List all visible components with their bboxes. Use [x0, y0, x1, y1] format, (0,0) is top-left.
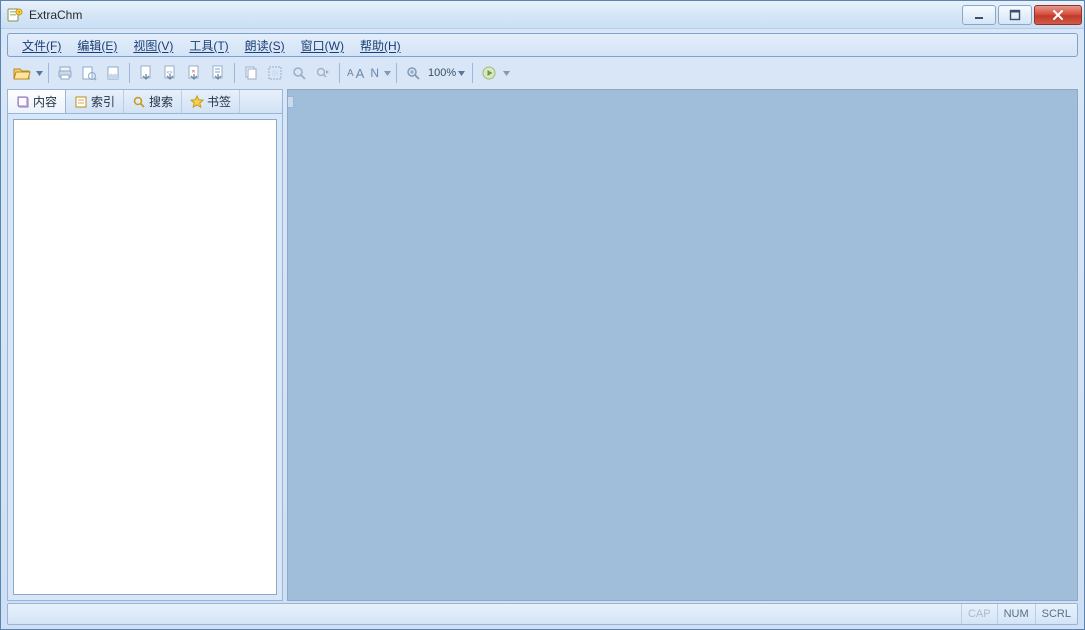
export-html-button[interactable]: <>: [159, 62, 181, 84]
menu-window[interactable]: 窗口(W): [293, 34, 352, 57]
contents-tree[interactable]: [13, 119, 277, 595]
toolbar-separator: [129, 63, 130, 83]
zoom-level[interactable]: 100%: [426, 62, 467, 84]
print-button[interactable]: [54, 62, 76, 84]
menu-bar: 文件(F) 编辑(E) 视图(V) 工具(T) 朗读(S) 窗口(W) 帮助(H…: [7, 33, 1078, 57]
star-icon: [190, 95, 204, 109]
find-next-button[interactable]: [312, 62, 334, 84]
search-icon: [132, 95, 146, 109]
tab-label: 搜索: [149, 93, 173, 110]
toolbar-separator: [234, 63, 235, 83]
export-pdf-button[interactable]: ✕: [183, 62, 205, 84]
nav-tabs: 内容 索引 搜索 书签: [8, 90, 282, 114]
status-cap: CAP: [961, 604, 997, 624]
open-dropdown[interactable]: [35, 62, 43, 84]
app-icon: ?: [7, 7, 23, 23]
menu-speak[interactable]: 朗读(S): [237, 34, 293, 57]
tab-label: 内容: [33, 93, 57, 110]
title-bar: ? ExtraChm: [1, 1, 1084, 29]
print-preview-button[interactable]: [78, 62, 100, 84]
play-dropdown[interactable]: [502, 62, 510, 84]
tab-bookmarks[interactable]: 书签: [182, 90, 240, 113]
tab-index[interactable]: 索引: [66, 90, 124, 113]
tab-search[interactable]: 搜索: [124, 90, 182, 113]
status-num: NUM: [997, 604, 1035, 624]
menu-edit[interactable]: 编辑(E): [69, 34, 125, 57]
font-size-button[interactable]: AA: [345, 62, 366, 84]
status-scrl: SCRL: [1035, 604, 1077, 624]
toolbar-separator: [396, 63, 397, 83]
close-button[interactable]: [1034, 5, 1082, 25]
menu-help[interactable]: 帮助(H): [352, 34, 409, 57]
select-all-button[interactable]: [264, 62, 286, 84]
maximize-button[interactable]: [998, 5, 1032, 25]
page-setup-button[interactable]: [102, 62, 124, 84]
window-controls: [962, 5, 1082, 25]
toolbar-separator: [48, 63, 49, 83]
status-bar: CAP NUM SCRL: [7, 603, 1078, 625]
content-viewer[interactable]: [287, 89, 1078, 601]
export-txt-button[interactable]: [135, 62, 157, 84]
font-dropdown[interactable]: [383, 62, 391, 84]
menu-file[interactable]: 文件(F): [14, 34, 69, 57]
copy-button[interactable]: [240, 62, 262, 84]
book-icon: [16, 95, 30, 109]
toolbar-separator: [339, 63, 340, 83]
index-icon: [74, 95, 88, 109]
tab-contents[interactable]: 内容: [8, 90, 66, 113]
find-button[interactable]: [288, 62, 310, 84]
menu-tools[interactable]: 工具(T): [181, 34, 236, 57]
nav-panel: 内容 索引 搜索 书签: [7, 89, 283, 601]
window-title: ExtraChm: [29, 8, 962, 22]
play-button[interactable]: [478, 62, 500, 84]
app-window: ? ExtraChm 文件(F) 编辑(E) 视图(V): [0, 0, 1085, 630]
client-area: 内容 索引 搜索 书签: [7, 89, 1078, 601]
tab-label: 索引: [91, 93, 115, 110]
font-style-button[interactable]: N: [368, 62, 381, 84]
tab-label: 书签: [207, 93, 231, 110]
menu-view[interactable]: 视图(V): [125, 34, 181, 57]
zoom-button[interactable]: [402, 62, 424, 84]
minimize-button[interactable]: [962, 5, 996, 25]
toolbar: <> ✕ AA N: [7, 59, 1078, 87]
toolbar-separator: [472, 63, 473, 83]
export-chm-button[interactable]: [207, 62, 229, 84]
open-button[interactable]: [11, 62, 33, 84]
